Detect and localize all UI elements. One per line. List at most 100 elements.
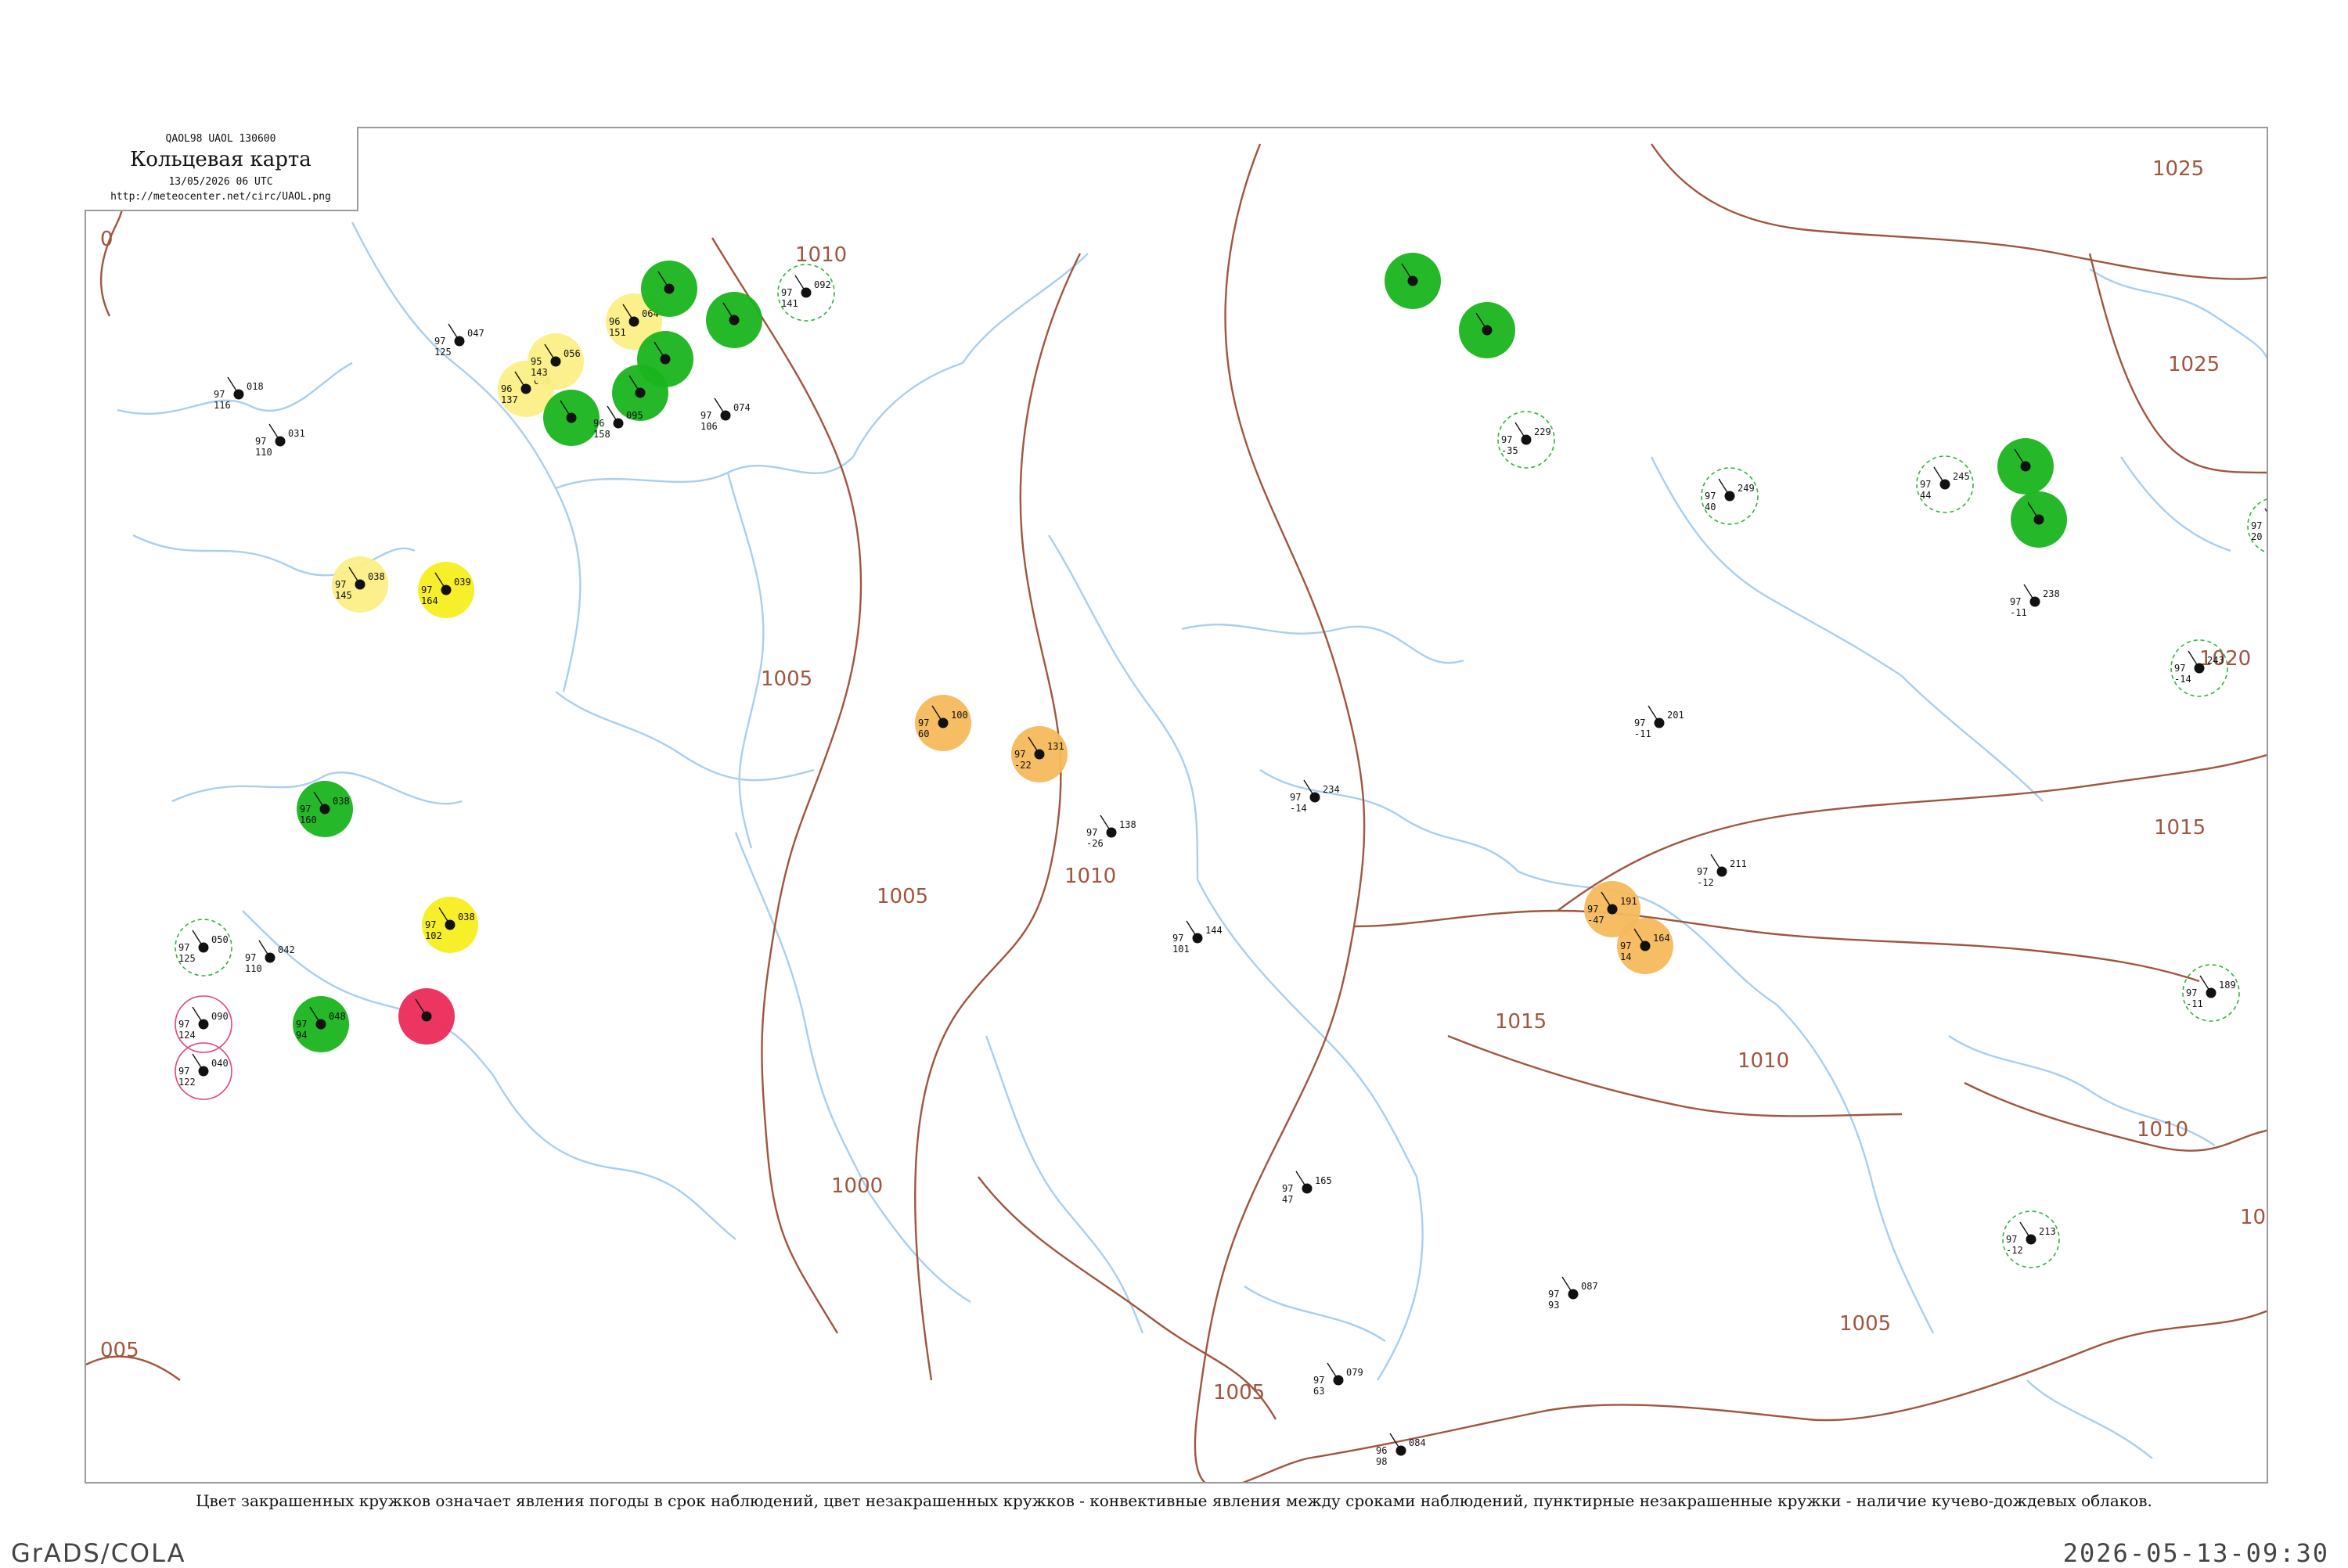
wind-barb <box>227 376 239 395</box>
station-pressure: 039 <box>454 577 471 588</box>
wind-barb <box>1710 854 1723 872</box>
wind-barb <box>258 940 271 958</box>
station-dewpoint: -11 <box>1634 728 1651 739</box>
station-pressure: 056 <box>564 348 581 359</box>
station-dewpoint: 93 <box>1548 1300 1559 1311</box>
wind-barb <box>1327 1362 1339 1381</box>
station-14: 038 97145 <box>332 556 388 613</box>
station-visibility: 97 <box>434 336 445 347</box>
station-dewpoint: -22 <box>1014 760 1032 771</box>
station-22: 050 97125 <box>175 919 232 976</box>
station-dewpoint: -11 <box>2010 607 2027 618</box>
station-visibility: 97 <box>296 1019 307 1030</box>
wind-barb <box>714 397 726 416</box>
source-url: http://meteocenter.net/circ/UAOL.png <box>110 191 331 203</box>
station-visibility: 97 <box>1290 792 1301 803</box>
isobar-label: 1015 <box>1495 1010 1547 1034</box>
station-pressure: 095 <box>626 410 643 421</box>
station-pressure: 042 <box>278 944 295 955</box>
wind-barb <box>1933 466 1946 485</box>
isobar-label: 1025 <box>2168 353 2220 376</box>
station-42: 138 97-26 <box>1086 815 1136 849</box>
station-dewpoint: 137 <box>501 394 518 405</box>
isobar-label: 10 <box>2240 1206 2266 1229</box>
station-visibility: 96 <box>501 383 512 394</box>
isobar-label: 1015 <box>2154 816 2206 840</box>
station-pressure: 165 <box>1315 1175 1332 1186</box>
station-pressure: 131 <box>1047 741 1064 752</box>
station-visibility: 97 <box>300 804 311 815</box>
observation-datetime: 13/05/2026 06 UTC <box>168 176 273 188</box>
station-pressure: 211 <box>1730 858 1747 869</box>
station-visibility: 97 <box>1920 479 1931 490</box>
station-16: 038 97160 <box>297 781 353 837</box>
station-pressure: 084 <box>1409 1437 1426 1448</box>
station-37: 2419720 <box>2247 498 2267 553</box>
station-17: 038 97102 <box>422 897 478 953</box>
station-34: 245 9744 <box>1916 455 1974 513</box>
wind-barb <box>2188 650 2200 669</box>
isobar-labels: 0 1010 1005 1005 1000 1010 1005 10 20 101… <box>100 157 2266 1404</box>
station-visibility: 97 <box>1634 717 1645 728</box>
station-visibility: 97 <box>2010 596 2021 607</box>
station-visibility: 97 <box>1548 1289 1559 1300</box>
station-dewpoint: 20 <box>2251 531 2262 542</box>
station-dewpoint: 102 <box>425 930 442 941</box>
station-46: 079 9763 <box>1313 1362 1363 1397</box>
wind-barb <box>1514 422 1527 441</box>
isobar-label: 1010 <box>1738 1049 1789 1073</box>
station-dewpoint: 160 <box>300 815 317 825</box>
isobar-label: 1005 <box>761 667 812 691</box>
station-visibility: 97 <box>1501 434 1512 445</box>
isobar-label: 1005 <box>1213 1381 1265 1404</box>
station-dewpoint: -35 <box>1501 445 1518 456</box>
station-pressure: 164 <box>1653 933 1670 944</box>
station-visibility: 97 <box>2186 987 2197 998</box>
wind-barb <box>192 1006 204 1025</box>
station-dewpoint: 60 <box>918 728 929 739</box>
station-pressure: 213 <box>2039 1226 2056 1237</box>
station-pressure: 092 <box>814 279 831 290</box>
isobar-label: 1010 <box>1064 865 1116 888</box>
station-visibility: 97 <box>1705 491 1716 502</box>
station-pressure: 048 <box>329 1011 346 1022</box>
station-visibility: 95 <box>531 356 542 367</box>
station-18: 048 9794 <box>293 996 349 1052</box>
station-visibility: 97 <box>425 919 436 930</box>
station-visibility: 97 <box>1086 827 1097 838</box>
station-dewpoint: 145 <box>335 590 352 601</box>
station-visibility: 97 <box>178 1019 189 1030</box>
station-28 <box>1385 253 1441 309</box>
station-visibility: 97 <box>1620 940 1631 951</box>
station-24: 100 9760 <box>915 695 971 751</box>
station-visibility: 97 <box>700 410 711 421</box>
station-4: 056 95143 <box>528 333 584 390</box>
station-dewpoint: 63 <box>1313 1386 1324 1397</box>
station-12: 095 96158 <box>593 405 643 440</box>
station-dewpoint: -14 <box>1290 803 1307 814</box>
station-dewpoint: -12 <box>2006 1245 2023 1256</box>
station-41: 211 97-12 <box>1697 854 1747 888</box>
station-40: 234 97-14 <box>1290 779 1340 814</box>
station-31 <box>2011 491 2067 548</box>
wind-barb <box>2019 1221 2032 1240</box>
station-38: 189 97-11 <box>2182 964 2240 1022</box>
station-44: 165 9747 <box>1282 1171 1332 1205</box>
station-dewpoint: 110 <box>255 447 272 458</box>
station-7 <box>706 292 762 348</box>
station-pressure: 087 <box>1581 1281 1598 1292</box>
station-visibility: 96 <box>593 418 604 429</box>
station-dewpoint: 122 <box>178 1077 196 1088</box>
isobar-label: 1005 <box>877 885 928 908</box>
station-pressure: 238 <box>2043 588 2060 599</box>
station-48: 201 97-11 <box>1634 705 1684 739</box>
station-20: 040 97122 <box>175 1042 232 1100</box>
station-13: 074 97106 <box>700 397 751 432</box>
station-visibility: 97 <box>1172 933 1183 944</box>
station-pressure: 245 <box>1953 471 1970 482</box>
station-11: 092 97141 <box>777 264 835 322</box>
station-visibility: 97 <box>2174 663 2185 674</box>
isobar-label: 005 <box>100 1339 139 1362</box>
isobar-label: 1000 <box>831 1174 883 1198</box>
station-dewpoint: -12 <box>1697 877 1714 888</box>
